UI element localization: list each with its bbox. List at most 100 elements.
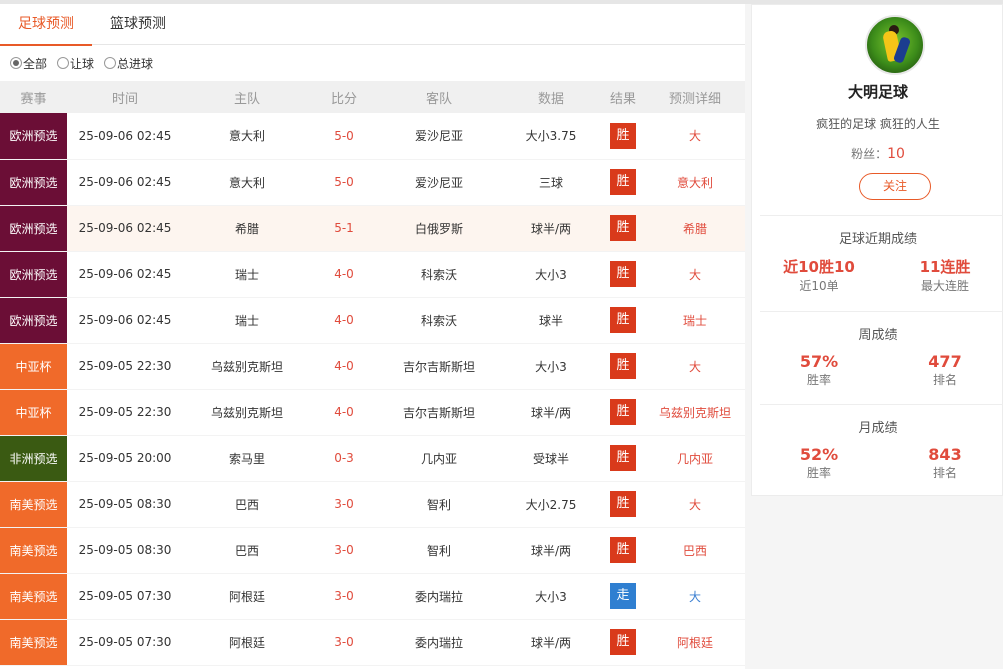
time-cell: 25-09-05 07:30 (67, 573, 183, 620)
home-team-cell[interactable]: 索马里 (183, 435, 311, 482)
recent-right-label: 最大连胜 (920, 279, 969, 293)
odds-data-cell: 大小3 (501, 251, 601, 298)
follow-button[interactable]: 关注 (859, 173, 931, 200)
filter-bar: 全部 让球 总进球 (0, 45, 745, 81)
home-team-cell[interactable]: 瑞士 (183, 251, 311, 298)
tab-basketball[interactable]: 篮球预测 (92, 4, 184, 45)
result-win-badge: 胜 (610, 169, 636, 195)
away-team-cell[interactable]: 科索沃 (377, 297, 501, 344)
recent-left-label: 近10单 (799, 279, 839, 293)
prediction-detail-cell[interactable]: 大 (645, 481, 745, 528)
result-cell: 胜 (601, 619, 645, 666)
prediction-detail-cell[interactable]: 希腊 (645, 205, 745, 252)
home-team-cell[interactable]: 阿根廷 (183, 573, 311, 620)
home-team-cell[interactable]: 巴西 (183, 527, 311, 574)
prediction-detail-cell[interactable]: 巴西 (645, 527, 745, 574)
score-cell: 4-0 (311, 343, 377, 390)
result-cell: 胜 (601, 389, 645, 436)
league-cell: 非洲预选 (0, 435, 67, 482)
time-cell: 25-09-06 02:45 (67, 113, 183, 160)
week-results-section: 周成绩 57% 胜率 477 排名 (760, 311, 1003, 404)
recent-title: 足球近期成绩 (838, 232, 917, 247)
away-team-cell[interactable]: 委内瑞拉 (377, 573, 501, 620)
result-cell: 胜 (601, 113, 645, 160)
away-team-cell[interactable]: 委内瑞拉 (377, 619, 501, 666)
filter-handicap[interactable]: 让球 (57, 55, 94, 72)
prediction-detail-cell[interactable]: 大 (645, 573, 745, 620)
home-team-cell[interactable]: 巴西 (183, 481, 311, 528)
time-cell: 25-09-06 02:45 (67, 205, 183, 252)
result-win-badge: 胜 (610, 491, 636, 517)
league-cell: 中亚杯 (0, 389, 67, 436)
table-row[interactable]: 非洲预选 25-09-05 20:00 索马里 0-3 几内亚 受球半胜几内亚 (0, 435, 745, 482)
away-team-cell[interactable]: 智利 (377, 527, 501, 574)
prediction-detail-cell[interactable]: 瑞士 (645, 297, 745, 344)
prediction-detail-cell[interactable]: 乌兹别克斯坦 (645, 389, 745, 436)
filter-total-goals[interactable]: 总进球 (104, 55, 153, 72)
avatar[interactable] (865, 15, 925, 75)
prediction-detail-cell[interactable]: 大 (645, 251, 745, 298)
score-cell: 5-0 (311, 113, 377, 160)
away-team-cell[interactable]: 爱沙尼亚 (377, 113, 501, 160)
result-win-badge: 胜 (610, 537, 636, 563)
home-team-cell[interactable]: 瑞士 (183, 297, 311, 344)
time-cell: 25-09-05 22:30 (67, 343, 183, 390)
prediction-detail-cell[interactable]: 大 (645, 343, 745, 390)
time-cell: 25-09-05 07:30 (67, 619, 183, 666)
tab-football[interactable]: 足球预测 (0, 4, 92, 46)
result-cell: 胜 (601, 435, 645, 482)
result-win-badge: 胜 (610, 122, 636, 149)
table-row[interactable]: 南美预选 25-09-05 07:30 阿根廷 3-0 委内瑞拉 大小3 走大 (0, 573, 745, 620)
away-team-cell[interactable]: 科索沃 (377, 251, 501, 298)
league-cell: 南美预选 (0, 481, 67, 528)
away-team-cell[interactable]: 白俄罗斯 (377, 205, 501, 252)
score-cell: 0-3 (311, 435, 377, 482)
table-row[interactable]: 欧洲预选 25-09-06 02:45 瑞士 4-0 科索沃 大小3 胜大 (0, 251, 745, 298)
recent-right-value: 11连胜 (919, 258, 971, 276)
away-team-cell[interactable]: 吉尔吉斯斯坦 (377, 389, 501, 436)
col-away: 客队 (377, 81, 501, 113)
table-row[interactable]: 欧洲预选 25-09-06 02:45 意大利 5-0 爱沙尼亚 三球胜意大利 (0, 159, 745, 206)
table-row[interactable]: 中亚杯 25-09-05 22:30 乌兹别克斯坦 4-0 吉尔吉斯斯坦 大小3 胜大 (0, 343, 745, 390)
home-team-cell[interactable]: 意大利 (183, 159, 311, 206)
home-team-cell[interactable]: 阿根廷 (183, 619, 311, 666)
result-cell: 走 (601, 573, 645, 620)
table-row[interactable]: 南美预选 25-09-05 07:30 阿根廷 3-0 委内瑞拉 球半/两胜阿根廷 (0, 619, 745, 666)
prediction-detail-cell[interactable]: 意大利 (645, 159, 745, 206)
away-team-cell[interactable]: 几内亚 (377, 435, 501, 482)
away-team-cell[interactable]: 爱沙尼亚 (377, 159, 501, 206)
filter-all[interactable]: 全部 (10, 55, 47, 72)
table-row[interactable]: 中亚杯 25-09-05 22:30 乌兹别克斯坦 4-0 吉尔吉斯斯坦 球半/两胜乌兹别… (0, 389, 745, 436)
home-team-cell[interactable]: 希腊 (183, 205, 311, 252)
away-team-cell[interactable]: 智利 (377, 481, 501, 528)
col-score: 比分 (311, 81, 377, 113)
away-team-cell[interactable]: 吉尔吉斯斯坦 (377, 343, 501, 390)
table-row[interactable]: 欧洲预选 25-09-06 02:45 瑞士 4-0 科索沃 球半胜瑞士 (0, 297, 745, 344)
score-cell: 3-0 (311, 481, 377, 528)
table-row[interactable]: 欧洲预选 25-09-06 02:45 希腊 5-1 白俄罗斯 球半/两胜希腊 (0, 205, 745, 252)
col-league: 赛事 (0, 81, 67, 113)
col-home: 主队 (183, 81, 311, 113)
result-push-badge: 走 (610, 583, 636, 609)
prediction-detail-cell[interactable]: 几内亚 (645, 435, 745, 482)
month-results-section: 月成绩 52% 胜率 843 排名 (760, 404, 1003, 496)
league-cell: 欧洲预选 (0, 205, 67, 252)
week-rank-stat: 477 排名 (886, 352, 1003, 388)
home-team-cell[interactable]: 乌兹别克斯坦 (183, 343, 311, 390)
col-detail: 预测详细 (645, 81, 745, 113)
week-rate-label: 胜率 (806, 373, 831, 387)
table-row[interactable]: 南美预选 25-09-05 08:30 巴西 3-0 智利 球半/两胜巴西 (0, 527, 745, 574)
prediction-detail-cell[interactable]: 阿根廷 (645, 619, 745, 666)
prediction-detail-cell[interactable]: 大 (645, 113, 745, 160)
table-row[interactable]: 南美预选 25-09-05 08:30 巴西 3-0 智利 大小2.75 胜大 (0, 481, 745, 528)
filter-total-goals-label: 总进球 (117, 56, 154, 71)
league-cell: 欧洲预选 (0, 297, 67, 344)
expert-name: 大明足球 (847, 83, 908, 101)
result-win-badge: 胜 (610, 399, 636, 425)
home-team-cell[interactable]: 意大利 (183, 113, 311, 160)
home-team-cell[interactable]: 乌兹别克斯坦 (183, 389, 311, 436)
league-cell: 中亚杯 (0, 343, 67, 390)
score-cell: 4-0 (311, 251, 377, 298)
table-row[interactable]: 欧洲预选 25-09-06 02:45 意大利 5-0 爱沙尼亚 大小3.75 胜大 (0, 113, 745, 160)
recent-left-stat: 近10胜10 近10单 (760, 256, 878, 294)
